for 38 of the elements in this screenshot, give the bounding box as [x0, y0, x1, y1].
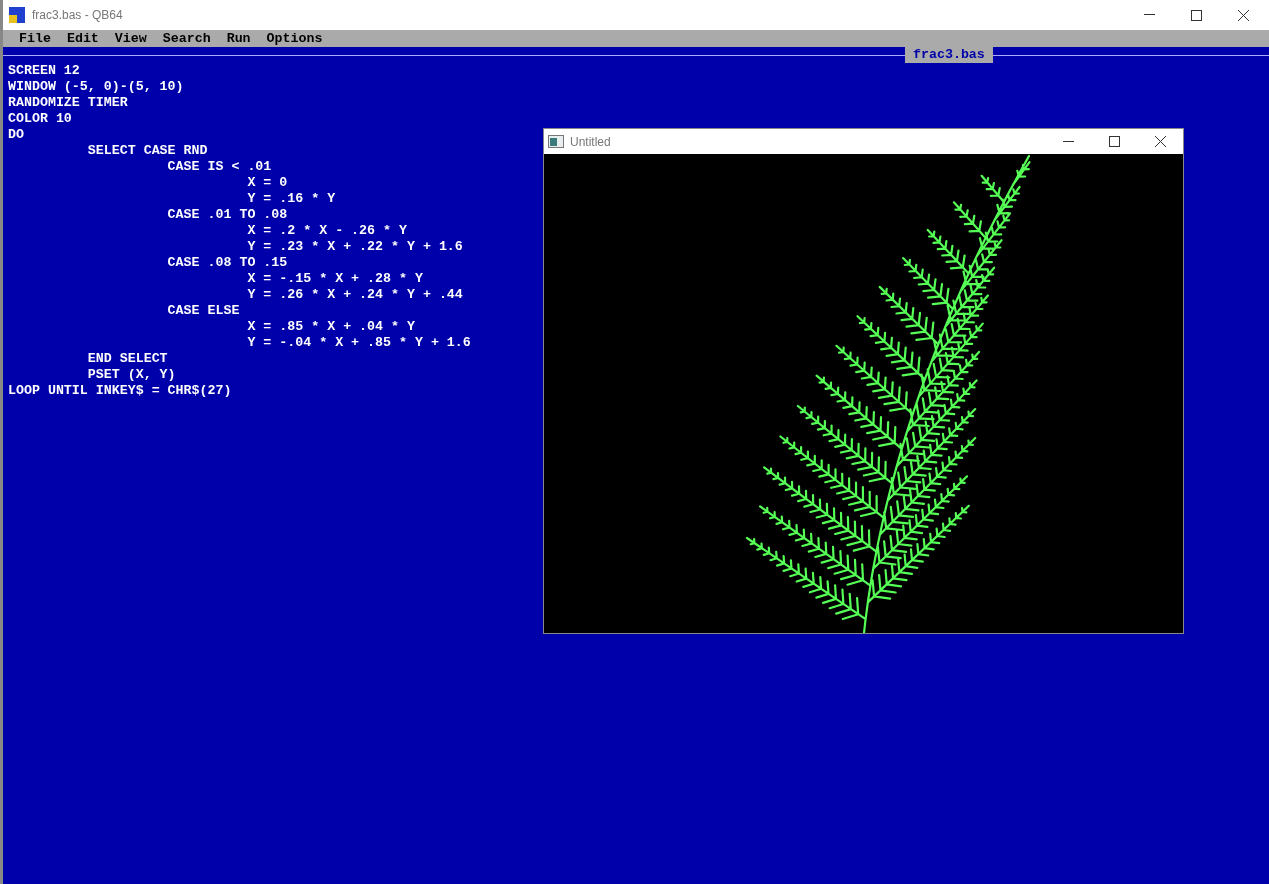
- code-line: CASE ELSE: [166, 303, 240, 318]
- code-line: COLOR 10: [8, 111, 72, 126]
- menu-item[interactable]: Edit: [66, 28, 99, 49]
- window-title: frac3.bas - QB64: [32, 7, 123, 24]
- menu-item[interactable]: Options: [266, 28, 323, 49]
- file-tab[interactable]: frac3.bas: [905, 47, 993, 63]
- minimize-icon[interactable]: [1144, 14, 1155, 16]
- menu-item[interactable]: Search: [162, 28, 211, 49]
- close-icon[interactable]: [1238, 9, 1249, 21]
- code-line: SCREEN 12: [8, 63, 80, 78]
- window-icon: [548, 135, 564, 148]
- code-line: CASE .08 TO .15: [166, 255, 288, 270]
- code-line: Y = -.04 * X + .85 * Y + 1.6: [246, 335, 471, 350]
- code-line: Y = .16 * Y: [246, 191, 336, 206]
- code-line: LOOP UNTIL INKEY$ = CHR$(27): [8, 383, 232, 398]
- app-icon: [9, 7, 25, 23]
- code-line: Y = .23 * X + .22 * Y + 1.6: [246, 239, 463, 254]
- code-line: X = .2 * X - .26 * Y: [246, 223, 407, 238]
- code-line: CASE .01 TO .08: [166, 207, 288, 222]
- menu-item[interactable]: View: [114, 28, 147, 49]
- maximize-icon[interactable]: [1109, 136, 1120, 147]
- code-line: END SELECT: [86, 351, 168, 366]
- code-line: X = 0: [246, 175, 288, 190]
- menu-item[interactable]: File: [19, 28, 51, 49]
- menu-item[interactable]: Run: [226, 28, 251, 49]
- code-line: RANDOMIZE TIMER: [8, 95, 128, 110]
- close-icon[interactable]: [1155, 136, 1166, 147]
- code-line: SELECT CASE RND: [86, 143, 208, 158]
- code-line: PSET (X, Y): [86, 367, 176, 382]
- code-line: CASE IS < .01: [166, 159, 272, 174]
- code-line: WINDOW (-5, 0)-(5, 10): [8, 79, 184, 94]
- minimize-icon[interactable]: [1063, 140, 1074, 143]
- code-line: X = .85 * X + .04 * Y: [246, 319, 415, 334]
- window-title: Untitled: [570, 133, 611, 151]
- maximize-icon[interactable]: [1191, 9, 1202, 21]
- code-line: Y = .26 * X + .24 * Y + .44: [246, 287, 463, 302]
- code-line: DO: [8, 127, 24, 142]
- code-line: X = -.15 * X + .28 * Y: [246, 271, 423, 286]
